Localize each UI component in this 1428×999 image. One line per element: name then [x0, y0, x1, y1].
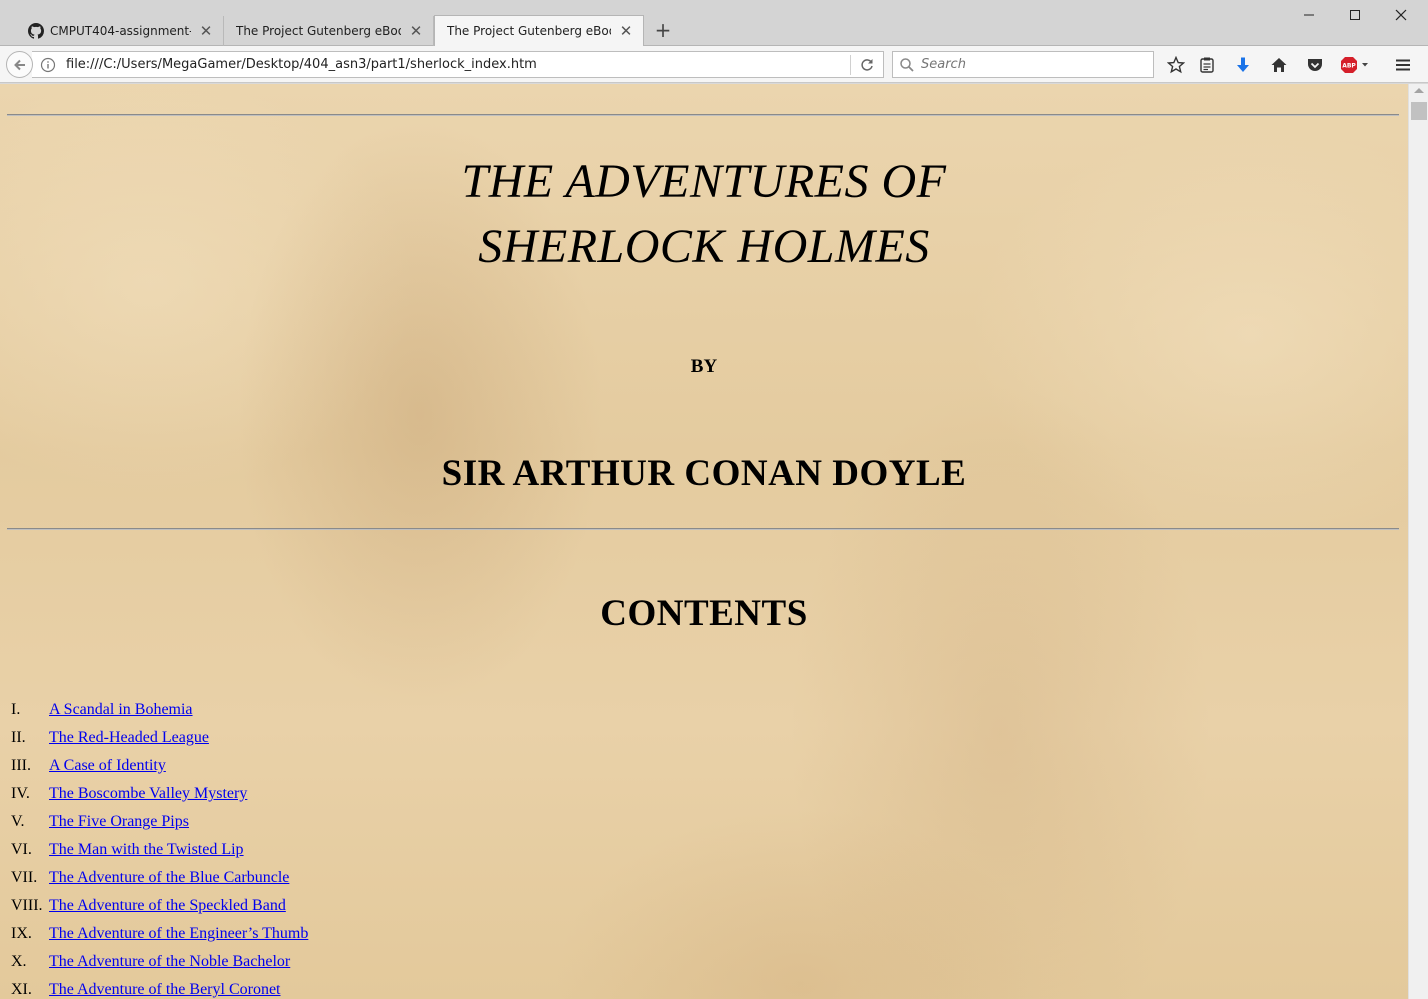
scroll-up-arrow-icon[interactable]	[1414, 88, 1424, 93]
close-icon[interactable]: ✕	[199, 24, 213, 39]
toc-number: IV.	[11, 785, 30, 802]
url-text[interactable]: file:///C:/Users/MegaGamer/Desktop/404_a…	[66, 57, 850, 72]
home-icon	[1271, 58, 1287, 72]
navigation-toolbar: file:///C:/Users/MegaGamer/Desktop/404_a…	[0, 46, 1428, 83]
back-button[interactable]	[6, 51, 33, 78]
toc-item: XI. The Adventure of the Beryl Coronet	[11, 976, 611, 999]
toc-link[interactable]: A Scandal in Bohemia	[49, 701, 193, 719]
close-icon[interactable]: ✕	[619, 24, 633, 39]
tab-gutenberg-active[interactable]: The Project Gutenberg eBook ... ✕	[434, 15, 644, 46]
toc-link[interactable]: The Man with the Twisted Lip	[49, 841, 244, 859]
hamburger-icon	[1396, 59, 1410, 71]
toc-item: III. A Case of Identity	[11, 752, 611, 780]
toc-number: VIII.	[11, 897, 43, 914]
toc-number: I.	[11, 701, 21, 718]
toc-number: XI.	[11, 981, 32, 998]
toc-number: VII.	[11, 869, 38, 886]
menu-button[interactable]	[1392, 54, 1414, 76]
url-separator	[850, 54, 851, 75]
reload-icon[interactable]	[859, 57, 875, 73]
minimize-icon	[1304, 14, 1314, 16]
downloads-button[interactable]	[1232, 54, 1254, 76]
search-bar[interactable]	[892, 51, 1154, 78]
bookmark-button[interactable]	[1165, 54, 1187, 76]
home-button[interactable]	[1268, 54, 1290, 76]
search-icon	[900, 57, 914, 72]
star-icon	[1167, 56, 1185, 74]
toc-number: V.	[11, 813, 25, 830]
maximize-icon	[1350, 10, 1360, 20]
svg-text:ABP: ABP	[1342, 63, 1356, 70]
toc-number: III.	[11, 757, 31, 774]
contents-heading: CONTENTS	[600, 593, 808, 634]
toc-item: IV. The Boscombe Valley Mystery	[11, 780, 611, 808]
close-window-button[interactable]	[1390, 4, 1412, 26]
toc-number: II.	[11, 729, 26, 746]
toc-number: X.	[11, 953, 27, 970]
toc-link[interactable]: The Five Orange Pips	[49, 813, 189, 831]
horizontal-rule	[7, 114, 1399, 116]
reading-list-button[interactable]	[1196, 54, 1218, 76]
pocket-button[interactable]	[1304, 54, 1326, 76]
new-tab-button[interactable]: +	[652, 20, 674, 42]
tab-title: The Project Gutenberg eBook ...	[447, 24, 611, 38]
toc-item: IX. The Adventure of the Engineer’s Thumb	[11, 920, 611, 948]
tab-cmput404[interactable]: CMPUT404-assignment-c... ✕	[16, 16, 224, 46]
toc-link[interactable]: The Adventure of the Blue Carbuncle	[49, 869, 289, 887]
toc-item: I. A Scandal in Bohemia	[11, 696, 611, 724]
close-icon	[1395, 9, 1407, 21]
toc-link[interactable]: The Adventure of the Beryl Coronet	[49, 981, 281, 999]
minimize-button[interactable]	[1298, 4, 1320, 26]
tab-strip: CMPUT404-assignment-c... ✕ The Project G…	[0, 0, 1428, 46]
scrollbar-thumb[interactable]	[1411, 102, 1427, 120]
pocket-icon	[1308, 59, 1322, 71]
clipboard-icon	[1200, 57, 1214, 73]
book-title-line-2: SHERLOCK HOLMES	[478, 220, 930, 273]
toc-link[interactable]: The Adventure of the Engineer’s Thumb	[49, 925, 308, 943]
page-content: THE ADVENTURES OF SHERLOCK HOLMES BY SIR…	[0, 84, 1408, 999]
by-label: BY	[690, 356, 718, 377]
toc-link[interactable]: The Adventure of the Noble Bachelor	[49, 953, 290, 971]
back-arrow-icon	[13, 59, 25, 70]
adblock-icon: ABP	[1341, 57, 1368, 73]
toc-item: VII. The Adventure of the Blue Carbuncle	[11, 864, 611, 892]
adblock-button[interactable]: ABP	[1340, 54, 1372, 76]
toc-item: VIII. The Adventure of the Speckled Band	[11, 892, 611, 920]
toc-link[interactable]: A Case of Identity	[49, 757, 166, 775]
tab-title: The Project Gutenberg eBook ...	[236, 24, 401, 38]
toc-item: VI. The Man with the Twisted Lip	[11, 836, 611, 864]
toc-link[interactable]: The Adventure of the Speckled Band	[49, 897, 286, 915]
maximize-button[interactable]	[1344, 4, 1366, 26]
toc-item: X. The Adventure of the Noble Bachelor	[11, 948, 611, 976]
close-icon[interactable]: ✕	[409, 24, 423, 39]
download-icon	[1237, 57, 1249, 72]
toc-item: V. The Five Orange Pips	[11, 808, 611, 836]
info-icon[interactable]	[40, 57, 56, 73]
horizontal-rule	[7, 528, 1399, 530]
toc-link[interactable]: The Red-Headed League	[49, 729, 209, 747]
toc-item: II. The Red-Headed League	[11, 724, 611, 752]
tab-gutenberg-1[interactable]: The Project Gutenberg eBook ... ✕	[224, 16, 434, 46]
search-input[interactable]	[921, 57, 1153, 72]
table-of-contents: I. A Scandal in Bohemia II. The Red-Headed…	[11, 696, 611, 999]
toc-number: IX.	[11, 925, 32, 942]
github-icon	[28, 23, 44, 39]
tab-title: CMPUT404-assignment-c...	[50, 24, 191, 38]
toc-link[interactable]: The Boscombe Valley Mystery	[49, 785, 247, 803]
toc-number: VI.	[11, 841, 32, 858]
vertical-scrollbar[interactable]	[1408, 84, 1428, 999]
url-bar[interactable]: file:///C:/Users/MegaGamer/Desktop/404_a…	[32, 51, 884, 78]
book-title-line-1: THE ADVENTURES OF	[461, 155, 947, 208]
author-name: SIR ARTHUR CONAN DOYLE	[441, 453, 967, 494]
